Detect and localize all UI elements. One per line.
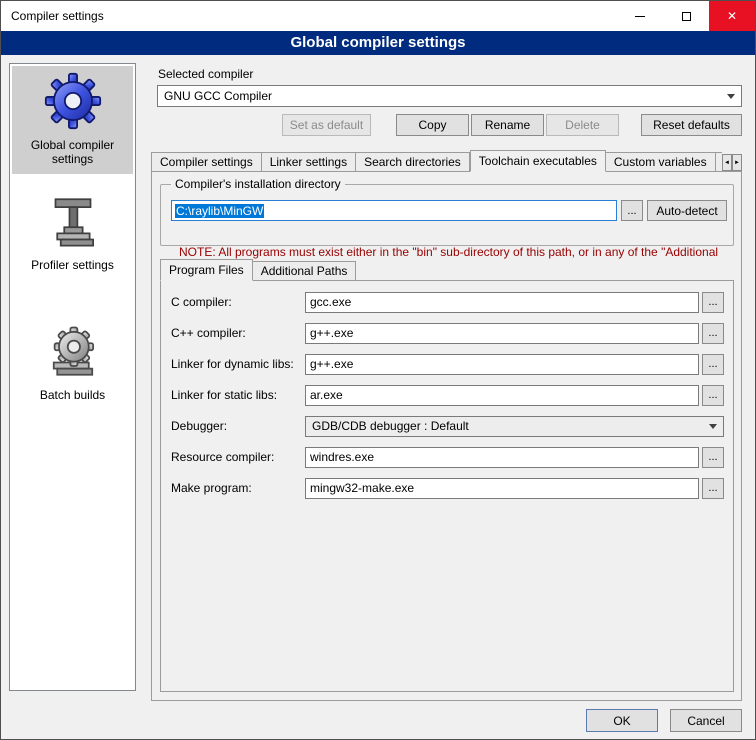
close-button[interactable]: ✕ [709,1,755,31]
cpp-compiler-input[interactable] [305,323,699,344]
field-label: Resource compiler: [171,450,305,464]
sidebar-item-batch-builds[interactable]: Batch builds [12,318,133,410]
field-label: Debugger: [171,419,305,433]
minimize-icon [635,16,645,17]
close-icon: ✕ [727,9,737,23]
tab-linker-settings[interactable]: Linker settings [262,152,356,172]
rename-button[interactable]: Rename [471,114,544,136]
dynamic-linker-input[interactable] [305,354,699,375]
copy-button[interactable]: Copy [396,114,469,136]
browse-make-program-button[interactable]: ... [702,478,724,499]
field-label: Linker for dynamic libs: [171,357,305,371]
installation-directory-row: C:\raylib\MinGW ... Auto-detect [171,200,727,221]
debugger-select-value: GDB/CDB debugger : Default [312,419,469,433]
delete-button: Delete [546,114,619,136]
sidebar-item-label: Global compiler settings [14,138,131,166]
blue-gear-icon [37,72,109,133]
selected-compiler-label: Selected compiler [158,67,253,81]
tab-scroll-right-icon[interactable]: ► [732,154,742,171]
static-linker-input[interactable] [305,385,699,406]
gray-gears-icon [41,324,105,383]
sidebar-item-global-compiler-settings[interactable]: Global compiler settings [12,66,133,174]
reset-defaults-button[interactable]: Reset defaults [641,114,742,136]
browse-c-compiler-button[interactable]: ... [702,292,724,313]
compiler-settings-dialog: Compiler settings ✕ Global compiler sett… [0,0,756,740]
compiler-select[interactable]: GNU GCC Compiler [157,85,742,107]
debugger-select[interactable]: GDB/CDB debugger : Default [305,416,724,437]
tab-scroll-left-icon[interactable]: ◄ [722,154,732,171]
set-as-default-button: Set as default [282,114,371,136]
sidebar-item-profiler-settings[interactable]: Profiler settings [12,188,133,280]
resource-compiler-input[interactable] [305,447,699,468]
subtab-program-files[interactable]: Program Files [160,259,253,281]
tab-custom-variables[interactable]: Custom variables [606,152,716,172]
browse-cpp-compiler-button[interactable]: ... [702,323,724,344]
sidebar-item-label: Batch builds [40,388,105,402]
program-files-panel: C compiler: ... C++ compiler: ... Linker… [160,280,734,692]
installation-directory-selected-text: C:\raylib\MinGW [175,204,264,218]
tab-toolchain-executables[interactable]: Toolchain executables [470,150,606,172]
maximize-icon [682,12,691,21]
chevron-down-icon [709,424,717,429]
maximize-button[interactable] [663,1,709,31]
ok-button[interactable]: OK [586,709,658,732]
subtab-strip: Program Files Additional Paths [160,259,356,281]
tab-search-directories[interactable]: Search directories [356,152,470,172]
installation-directory-group: Compiler's installation directory C:\ray… [160,184,734,246]
tab-compiler-settings[interactable]: Compiler settings [151,152,262,172]
field-label: Linker for static libs: [171,388,305,402]
form-row-static-linker: Linker for static libs: ... [171,384,724,406]
cancel-button[interactable]: Cancel [670,709,742,732]
compiler-select-value: GNU GCC Compiler [164,89,272,103]
form-row-c-compiler: C compiler: ... [171,291,724,313]
bin-subdirectory-note: NOTE: All programs must exist either in … [179,245,741,259]
profiler-tool-icon [41,194,105,253]
field-label: Make program: [171,481,305,495]
form-row-dynamic-linker: Linker for dynamic libs: ... [171,353,724,375]
installation-directory-group-title: Compiler's installation directory [171,178,345,191]
field-label: C compiler: [171,295,305,309]
title-bar: Compiler settings ✕ [1,1,755,31]
chevron-down-icon [727,94,735,99]
browse-resource-compiler-button[interactable]: ... [702,447,724,468]
form-row-debugger: Debugger: GDB/CDB debugger : Default [171,415,724,437]
form-row-make-program: Make program: ... [171,477,724,499]
form-row-resource-compiler: Resource compiler: ... [171,446,724,468]
field-label: C++ compiler: [171,326,305,340]
browse-installation-directory-button[interactable]: ... [621,200,643,221]
toolchain-executables-panel: Compiler's installation directory C:\ray… [151,171,742,701]
browse-static-linker-button[interactable]: ... [702,385,724,406]
browse-dynamic-linker-button[interactable]: ... [702,354,724,375]
settings-category-list: Global compiler settings Profiler settin… [9,63,136,691]
make-program-input[interactable] [305,478,699,499]
window-title: Compiler settings [11,9,104,23]
auto-detect-button[interactable]: Auto-detect [647,200,727,221]
c-compiler-input[interactable] [305,292,699,313]
dialog-banner: Global compiler settings [1,31,755,55]
minimize-button[interactable] [617,1,663,31]
window-controls: ✕ [617,1,755,31]
tab-scroll-controls: ◄ ► [722,154,742,171]
tab-strip: Compiler settings Linker settings Search… [151,150,722,172]
form-row-cpp-compiler: C++ compiler: ... [171,322,724,344]
subtab-additional-paths[interactable]: Additional Paths [253,261,357,281]
sidebar-item-label: Profiler settings [31,258,114,272]
installation-directory-input[interactable]: C:\raylib\MinGW [171,200,617,221]
